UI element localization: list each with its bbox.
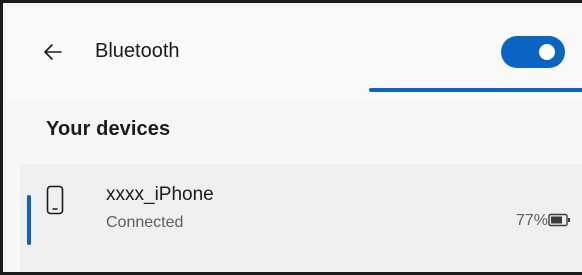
battery-icon-svg [548, 213, 570, 227]
window-frame: Bluetooth Your devices xxxx_iPhone Conne… [0, 0, 582, 275]
battery-icon [548, 213, 572, 227]
phone-icon-svg [46, 185, 64, 215]
back-arrow-svg [44, 44, 62, 60]
bluetooth-toggle[interactable] [501, 36, 565, 68]
back-arrow-icon[interactable] [40, 39, 66, 65]
bluetooth-settings-panel: Bluetooth Your devices xxxx_iPhone Conne… [6, 6, 582, 272]
device-item[interactable]: xxxx_iPhone Connected 77% [20, 164, 582, 272]
device-name: xxxx_iPhone [106, 184, 214, 205]
phone-icon [46, 185, 64, 215]
page-title: Bluetooth [95, 40, 180, 62]
your-devices-heading: Your devices [46, 118, 171, 140]
toggle-knob [539, 44, 555, 60]
selected-indicator [27, 195, 31, 245]
scanning-progress-bar [369, 88, 582, 92]
device-status: Connected [106, 214, 184, 231]
battery-level: 77% [516, 212, 549, 229]
